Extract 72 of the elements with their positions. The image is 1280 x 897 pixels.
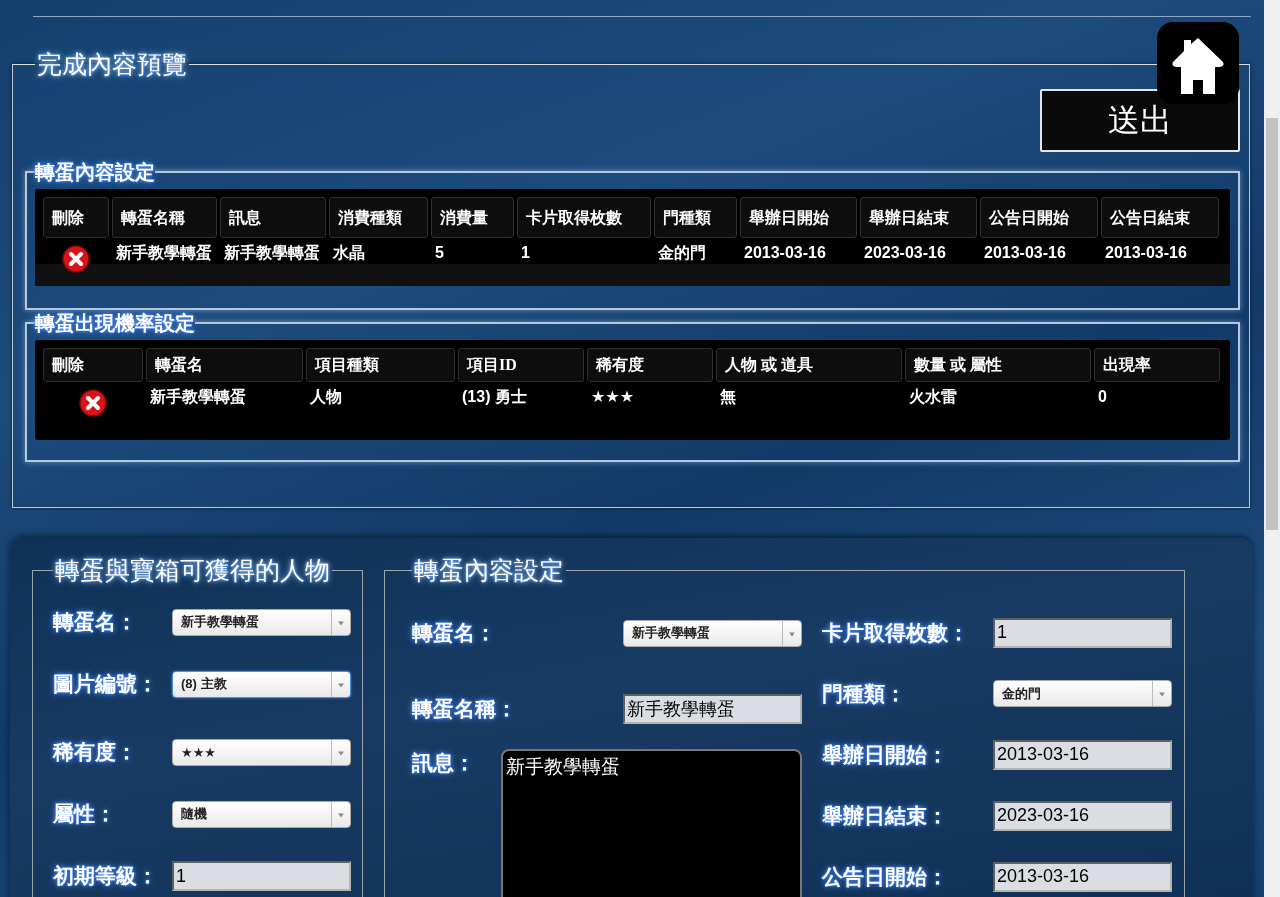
field-label: 門種類： <box>822 680 906 708</box>
field-label: 圖片編號： <box>53 671 159 698</box>
message-field[interactable]: 新手教學轉蛋 <box>501 749 802 897</box>
table-cell-text: 2013-03-16 <box>743 243 827 263</box>
column-header: 刪除 <box>43 197 109 238</box>
section-title: 轉蛋與寶箱可獲得的人物 <box>54 558 331 583</box>
home-icon[interactable] <box>1157 22 1239 104</box>
input-field[interactable]: 新手教學轉蛋 <box>623 694 802 724</box>
field-label: 轉蛋名： <box>53 609 138 636</box>
field-label: 屬性： <box>53 801 117 828</box>
dropdown[interactable]: 新手教學轉蛋 <box>172 608 351 636</box>
column-header: 稀有度 <box>587 348 713 382</box>
submit-button[interactable]: 送出 <box>1040 89 1240 152</box>
table-cell-text: 水晶 <box>332 243 366 263</box>
table-cell-text: 無 <box>719 387 737 407</box>
section-title: 轉蛋出現機率設定 <box>35 312 195 334</box>
dropdown[interactable]: 金的門 <box>993 680 1172 707</box>
table-cell-text: 2013-03-16 <box>983 243 1067 263</box>
column-header: 公告日結束 <box>1101 197 1219 238</box>
table-cell-text: 新手教學轉蛋 <box>223 243 321 263</box>
table-cell-text: 1 <box>520 243 531 263</box>
input-field[interactable]: 2013-03-16 <box>993 861 1172 892</box>
table-cell-text: ★★★ <box>590 387 636 407</box>
field-label: 初期等級： <box>53 863 159 890</box>
column-header: 訊息 <box>220 197 326 238</box>
dropdown[interactable]: ★★★ <box>172 738 351 766</box>
delete-icon[interactable] <box>61 244 91 274</box>
column-header: 舉辦日結束 <box>860 197 977 238</box>
table-cell-text: 新手教學轉蛋 <box>115 243 213 263</box>
input-field[interactable]: 2023-03-16 <box>993 800 1172 831</box>
section-title: 轉蛋內容設定 <box>35 161 155 183</box>
column-header: 數量 或 屬性 <box>905 348 1091 382</box>
column-header: 轉蛋名 <box>146 348 303 382</box>
table-cell-text: 金的門 <box>657 243 707 263</box>
section-title: 轉蛋內容設定 <box>413 558 565 583</box>
table-cell-text: 2023-03-16 <box>863 243 947 263</box>
field-label: 轉蛋名： <box>412 620 496 647</box>
field-label: 舉辦日結束： <box>822 802 948 830</box>
table-cell-text: 人物 <box>309 387 343 407</box>
column-header: 人物 或 道具 <box>716 348 902 382</box>
column-header: 公告日開始 <box>980 197 1098 238</box>
section-title: 完成內容預覽 <box>36 52 188 77</box>
column-header: 刪除 <box>43 348 143 382</box>
field-label: 轉蛋名稱： <box>412 696 517 723</box>
table-cell-text: 新手教學轉蛋 <box>149 387 247 407</box>
delete-icon[interactable] <box>78 388 108 418</box>
column-header: 消費種類 <box>329 197 428 238</box>
column-header: 出現率 <box>1094 348 1220 382</box>
column-header: 卡片取得枚數 <box>517 197 651 238</box>
column-header: 轉蛋名稱 <box>112 197 217 238</box>
dropdown[interactable]: 新手教學轉蛋 <box>623 619 802 647</box>
field-label: 卡片取得枚數： <box>822 619 969 647</box>
field-label: 舉辦日開始： <box>822 741 948 769</box>
table-cell-text: 火水雷 <box>908 387 958 407</box>
column-header: 舉辦日開始 <box>740 197 857 238</box>
table-cell-text: 5 <box>434 243 445 263</box>
dropdown[interactable]: (8) 主教 <box>172 670 351 698</box>
column-header: 消費量 <box>431 197 514 238</box>
column-header: 項目ID <box>458 348 584 382</box>
input-field[interactable]: 1 <box>172 861 351 891</box>
table-cell-text: (13) 勇士 <box>461 387 528 407</box>
input-field[interactable]: 2013-03-16 <box>993 739 1172 770</box>
column-header: 項目種類 <box>306 348 455 382</box>
column-header: 門種類 <box>654 197 737 238</box>
field-label: 稀有度： <box>53 739 138 766</box>
table-cell-text: 2013-03-16 <box>1104 243 1188 263</box>
field-label: 公告日開始： <box>822 863 948 891</box>
field-label: 訊息： <box>412 750 475 777</box>
input-field[interactable]: 1 <box>993 617 1172 648</box>
table-cell-text: 0 <box>1097 387 1108 407</box>
dropdown[interactable]: 隨機 <box>172 800 351 828</box>
scrollbar[interactable] <box>1264 0 1280 897</box>
